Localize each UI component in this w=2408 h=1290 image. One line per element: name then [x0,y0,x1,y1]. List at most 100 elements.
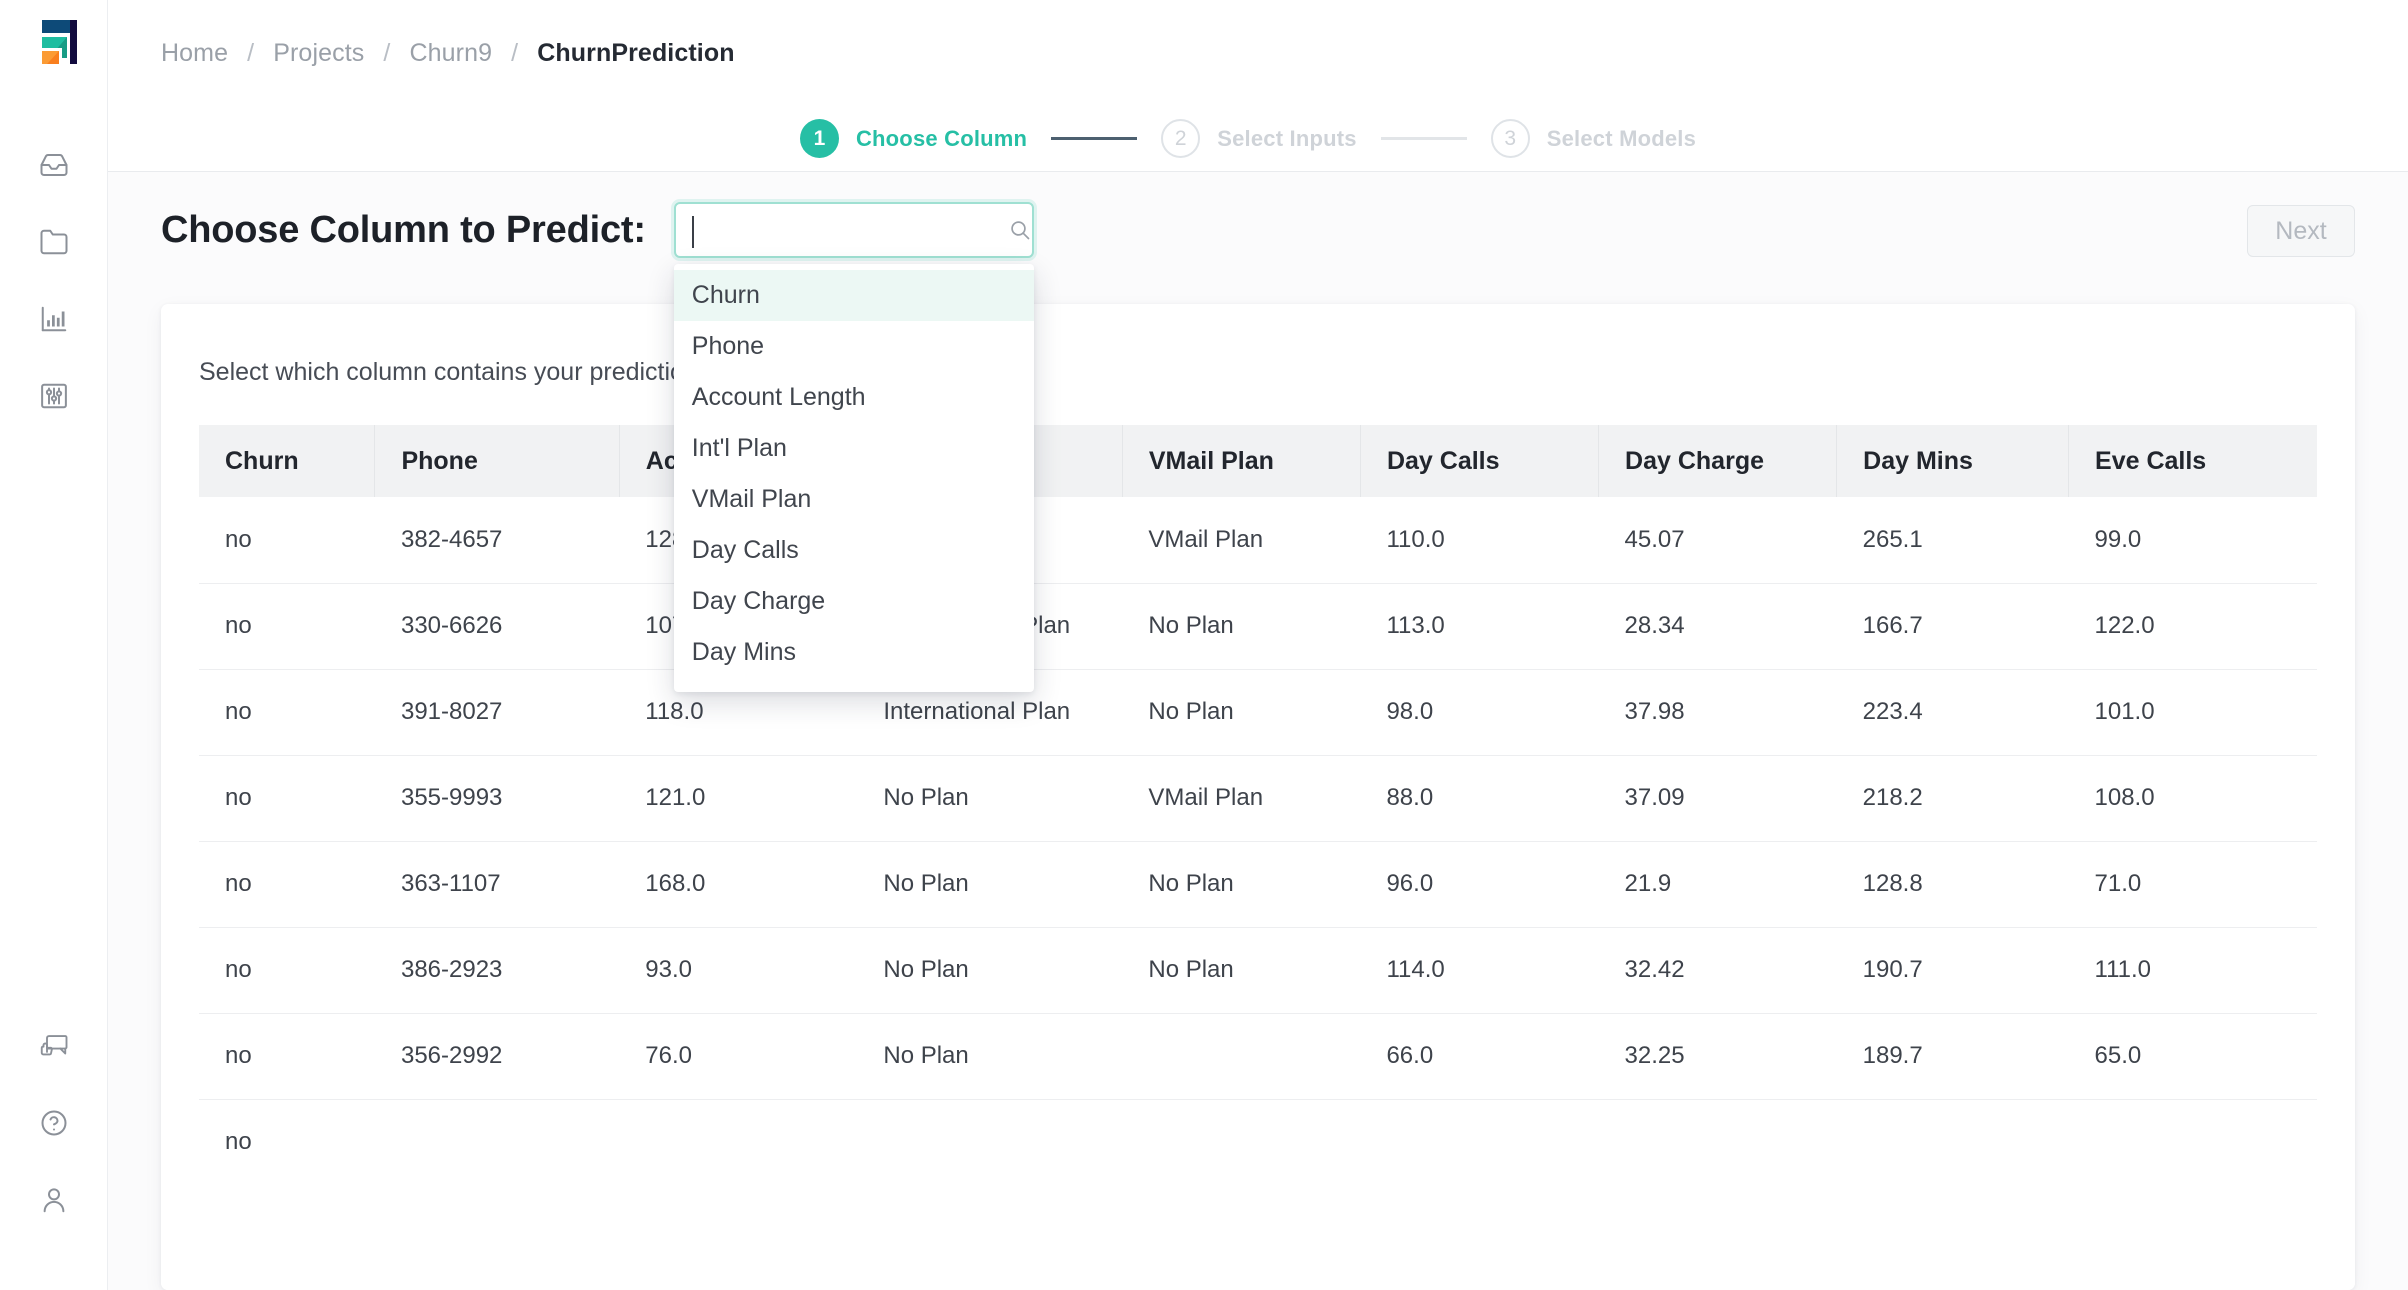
breadcrumb-separator: / [511,38,519,67]
table-cell: 101.0 [2068,669,2317,756]
app-logo[interactable] [26,14,82,70]
stepper-step-1-label: Choose Column [855,125,1028,151]
table-header-day-calls[interactable]: Day Calls [1360,425,1600,497]
table-cell: 265.1 [1836,497,2069,584]
search-icon [1008,218,1032,242]
dropdown-option-day-mins[interactable]: Day Mins [674,627,1034,678]
table-head: Churn Phone Account Length Int'l Plan VM… [199,425,2317,497]
breadcrumb-current: ChurnPrediction [537,38,735,67]
table-header-vmail-plan[interactable]: VMail Plan [1122,425,1361,497]
breadcrumb: Home / Projects / Churn9 / ChurnPredicti… [161,39,735,68]
preview-card: Select which column contains your predic… [161,304,2355,1290]
text-caret [691,216,694,248]
table-cell: 71.0 [2068,841,2317,928]
next-button[interactable]: Next [2247,205,2355,257]
stepper-connector-2 [1380,137,1467,140]
table-cell [375,1099,619,1185]
sidebar-item-inbox[interactable] [0,126,107,203]
sidebar-item-account[interactable] [0,1161,107,1238]
table-cell [857,1099,1122,1185]
table-cell: No Plan [857,841,1123,928]
table-cell: no [199,497,375,584]
table-cell [619,1099,857,1185]
table-cell: 121.0 [619,755,858,842]
table-cell: no [199,841,375,928]
table-cell: 122.0 [2068,583,2317,670]
feedback-icon [39,1031,69,1061]
header-row: Choose Column to Predict: Churn Phone Ac… [108,172,2408,692]
table-cell: 355-9993 [374,755,620,842]
dropdown-option-vmail-plan[interactable]: VMail Plan [674,474,1034,525]
table-cell: 218.2 [1836,755,2069,842]
breadcrumb-item-home[interactable]: Home [161,39,228,67]
table-cell: 21.9 [1598,841,1837,928]
table-header-churn[interactable]: Churn [199,425,376,497]
table-cell: 32.25 [1598,1013,1837,1100]
stepper-step-2-number: 2 [1161,119,1201,158]
main-content: Home / Projects / Churn9 / ChurnPredicti… [108,0,2408,1290]
topbar: Home / Projects / Churn9 / ChurnPredicti… [108,0,2408,106]
table-cell: 98.0 [1360,669,1599,756]
dropdown-option-phone[interactable]: Phone [674,321,1034,372]
table-header-row: Churn Phone Account Length Int'l Plan VM… [199,425,2317,497]
table-row: no 386-2923 93.0 No Plan No Plan 114.0 3… [199,927,2317,1014]
table-cell: 65.0 [2068,1013,2317,1100]
inbox-icon [39,150,69,180]
stepper-step-2-label: Select Inputs [1217,125,1357,151]
table-cell: 76.0 [619,1013,858,1100]
sidebar-item-feedback[interactable] [0,1007,107,1084]
column-select: Churn Phone Account Length Int'l Plan VM… [673,202,1034,692]
stepper: 1 Choose Column 2 Select Inputs 3 Select… [108,106,2408,172]
dropdown-option-churn[interactable]: Churn [673,270,1034,321]
table-row: no 391-8027 118.0 International Plan No … [199,669,2317,756]
user-icon [39,1185,69,1215]
table-header-phone[interactable]: Phone [374,425,620,497]
dropdown-option-account-length[interactable]: Account Length [674,372,1034,423]
table-cell: No Plan [857,755,1123,842]
table-cell: No Plan [857,927,1123,1014]
column-dropdown-menu: Churn Phone Account Length Int'l Plan VM… [673,264,1034,692]
column-search-box[interactable] [673,202,1034,258]
table-cell: 32.42 [1598,927,1837,1014]
table-row: no 355-9993 121.0 No Plan VMail Plan 88.… [199,755,2317,842]
table-row: no 382-4657 128.0 No Plan VMail Plan 110… [199,497,2317,584]
search-input[interactable] [689,204,1008,256]
sidebar-item-projects[interactable] [0,203,107,280]
sidebar [0,0,108,1290]
folder-icon [39,227,69,257]
table-cell [1599,1099,1837,1185]
table-row: no 363-1107 168.0 No Plan No Plan 96.0 2… [199,841,2317,928]
table-cell: 113.0 [1360,583,1599,670]
stepper-step-select-models[interactable]: 3 Select Models [1490,119,1696,158]
dropdown-option-day-charge[interactable]: Day Charge [674,576,1034,627]
breadcrumb-separator: / [383,38,391,67]
card-subtitle: Select which column contains your predic… [199,358,711,386]
sidebar-item-analytics[interactable] [0,280,107,357]
table-cell [2069,1099,2317,1185]
table-cell: No Plan [1122,669,1361,756]
breadcrumb-item-churn9[interactable]: Churn9 [409,39,492,67]
dropdown-option-intl-plan[interactable]: Int'l Plan [674,423,1034,474]
stepper-step-choose-column[interactable]: 1 Choose Column [799,119,1028,158]
table-cell: 37.98 [1598,669,1837,756]
table-cell: no [199,755,375,842]
bar-chart-icon [39,304,69,334]
table-cell: 108.0 [2068,755,2317,842]
table-row: no 330-6626 107.0 International Plan No … [199,583,2317,670]
table-cell: VMail Plan [1122,497,1361,584]
table-cell: No Plan [1122,583,1361,670]
stepper-step-select-inputs[interactable]: 2 Select Inputs [1161,119,1357,158]
sidebar-item-settings[interactable] [0,357,107,434]
table-cell: 168.0 [619,841,858,928]
table-header-eve-calls[interactable]: Eve Calls [2068,425,2317,497]
breadcrumb-item-projects[interactable]: Projects [273,39,364,67]
dropdown-option-day-calls[interactable]: Day Calls [674,525,1034,576]
table-fade-overlay [161,1232,2355,1290]
table-cell: No Plan [857,1013,1123,1100]
table-cell: 330-6626 [374,583,620,670]
table-cell: no [225,1128,252,1156]
table-header-day-mins[interactable]: Day Mins [1836,425,2070,497]
sidebar-item-help[interactable] [0,1084,107,1161]
table-header-day-charge[interactable]: Day Charge [1598,425,1838,497]
table-cell: 391-8027 [374,669,620,756]
